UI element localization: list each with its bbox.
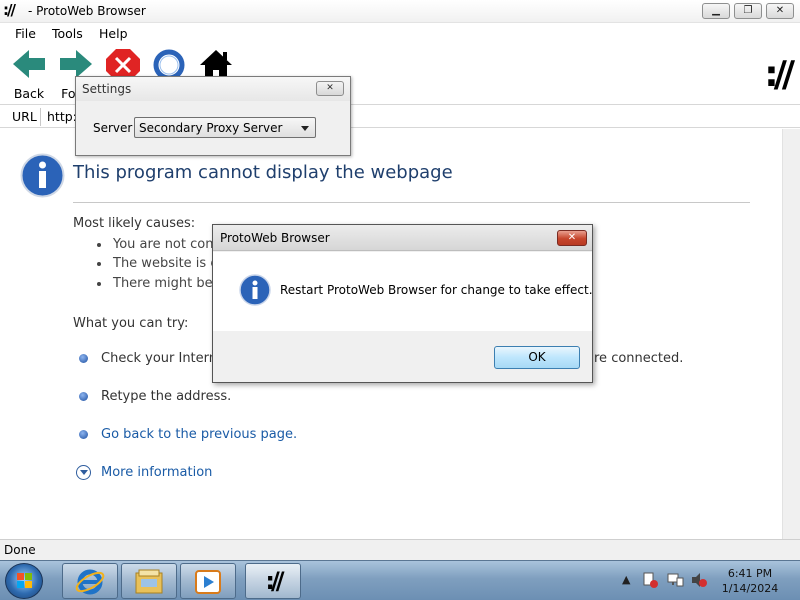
vertical-scrollbar[interactable] <box>782 129 800 539</box>
brand-logo: :// <box>764 54 795 95</box>
server-label: Server <box>93 121 133 135</box>
settings-dialog: Settings ✕ Server Secondary Proxy Server <box>75 76 351 156</box>
error-title: This program cannot display the webpage <box>73 162 453 183</box>
status-bar: Done <box>0 539 800 560</box>
clock-time: 6:41 PM <box>727 567 773 580</box>
cause-item: There might be a <box>113 276 225 291</box>
taskbar: :// ▲ 6:41 PM 1/14/2024 <box>0 560 800 600</box>
bullet-icon <box>79 430 88 439</box>
clock-date: 1/14/2024 <box>721 582 779 595</box>
maximize-button[interactable]: ❐ <box>734 3 762 19</box>
info-icon <box>239 274 271 306</box>
cause-item: You are not con <box>113 237 214 252</box>
media-player-icon <box>195 570 221 594</box>
bullet-dot <box>97 262 101 266</box>
window-title: - ProtoWeb Browser <box>28 4 146 18</box>
volume-muted-icon[interactable] <box>690 571 708 589</box>
bullet-dot <box>97 282 101 286</box>
server-select[interactable]: Secondary Proxy Server <box>134 117 316 138</box>
menu-bar: File Tools Help <box>0 23 800 44</box>
minimize-button[interactable]: ▁ <box>702 3 730 19</box>
internet-explorer-icon <box>75 569 105 595</box>
bullet-icon <box>79 392 88 401</box>
taskbar-ie[interactable] <box>62 563 118 599</box>
back-label: Back <box>13 86 45 101</box>
taskbar-protoweb[interactable]: :// <box>245 563 301 599</box>
divider <box>73 202 750 203</box>
try-heading: What you can try: <box>73 316 189 331</box>
bullet-icon <box>79 354 88 363</box>
start-button[interactable] <box>5 563 43 599</box>
status-text: Done <box>4 543 36 557</box>
settings-title: Settings <box>82 82 132 96</box>
bullet-dot <box>97 243 101 247</box>
taskbar-media-player[interactable] <box>180 563 236 599</box>
folder-icon <box>135 569 163 594</box>
url-separator <box>40 108 41 126</box>
try-item: Retype the address. <box>101 389 232 404</box>
alert-title-bar: ProtoWeb Browser ✕ <box>213 225 592 251</box>
go-back-link[interactable]: Go back to the previous page. <box>101 427 297 442</box>
menu-tools[interactable]: Tools <box>52 26 83 41</box>
causes-heading: Most likely causes: <box>73 216 196 231</box>
chevron-down-icon <box>301 126 309 131</box>
cause-item: The website is en <box>113 256 227 271</box>
info-icon <box>20 153 65 198</box>
try-item: Check your Interne <box>101 351 226 366</box>
menu-file[interactable]: File <box>15 26 36 41</box>
taskbar-explorer[interactable] <box>121 563 177 599</box>
try-item-tail: re connected. <box>594 351 684 366</box>
settings-close-button[interactable]: ✕ <box>316 81 344 96</box>
alert-title: ProtoWeb Browser <box>220 231 330 245</box>
alert-close-button[interactable]: ✕ <box>557 230 587 246</box>
alert-message: Restart ProtoWeb Browser for change to t… <box>280 283 593 297</box>
close-button[interactable]: ✕ <box>766 3 794 19</box>
show-hidden-icons[interactable]: ▲ <box>622 573 630 586</box>
protoweb-icon: :// <box>265 567 284 595</box>
expand-icon[interactable] <box>76 465 91 480</box>
more-information-link[interactable]: More information <box>101 465 212 480</box>
action-center-icon[interactable] <box>641 571 659 589</box>
app-logo: :// <box>3 1 16 19</box>
network-icon[interactable] <box>666 571 684 589</box>
windows-logo-icon <box>17 573 32 588</box>
settings-title-bar: Settings ✕ <box>76 77 350 101</box>
menu-help[interactable]: Help <box>99 26 128 41</box>
server-select-value: Secondary Proxy Server <box>139 121 283 135</box>
url-label: URL <box>12 109 37 124</box>
back-arrow-icon <box>13 50 45 78</box>
clock[interactable]: 6:41 PM 1/14/2024 <box>718 566 782 596</box>
back-button[interactable]: Back <box>9 48 49 101</box>
restart-alert-dialog: ProtoWeb Browser ✕ Restart ProtoWeb Brow… <box>212 224 593 383</box>
ok-button[interactable]: OK <box>494 346 580 369</box>
title-bar: :// - ProtoWeb Browser ▁ ❐ ✕ <box>0 0 800 23</box>
